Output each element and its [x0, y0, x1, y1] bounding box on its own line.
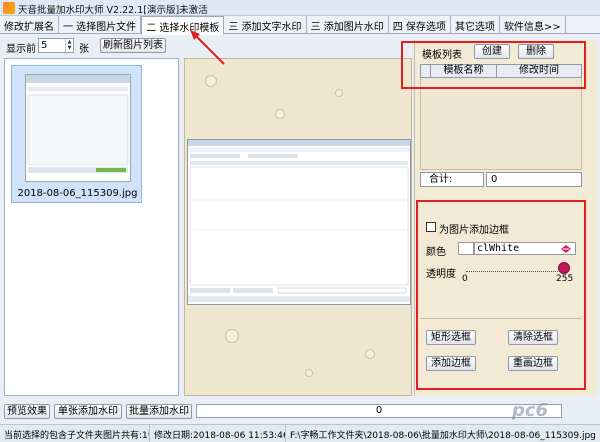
- show-suffix-label: 张: [79, 44, 89, 55]
- tab-5[interactable]: 四 保存选项: [389, 16, 451, 34]
- background-bubble: [205, 75, 217, 87]
- tab-0[interactable]: 修改扩展名: [0, 16, 59, 34]
- status-image-count: 当前选择的包含子文件夹图片共有:1张: [0, 425, 150, 442]
- window-title: 天音批量加水印大师 V2.22.1[演示版]未激活: [18, 5, 208, 16]
- background-bubble: [305, 369, 313, 377]
- show-count-spinner[interactable]: 5 ▲ ▼: [38, 38, 74, 53]
- tab-3[interactable]: 三 添加文字水印: [224, 16, 307, 34]
- show-prefix-label: 显示前: [6, 44, 36, 55]
- background-bubble: [335, 89, 343, 97]
- highlight-box-border-options: [416, 200, 586, 390]
- preview-screenshot-graphic: [188, 140, 410, 302]
- status-modified-date: 修改日期:2018-08-06 11:53:46: [150, 425, 286, 442]
- background-bubble: [365, 349, 375, 359]
- single-watermark-button[interactable]: 单张添加水印: [54, 404, 122, 419]
- show-count-value: 5: [41, 40, 48, 51]
- total-label: 合计:: [420, 172, 484, 187]
- tab-4[interactable]: 三 添加图片水印: [307, 16, 389, 34]
- refresh-list-button[interactable]: 刷新图片列表: [100, 38, 166, 53]
- preview-effect-button[interactable]: 预览效果: [4, 404, 50, 419]
- app-icon: [3, 2, 15, 14]
- annotation-arrow-icon: [190, 30, 225, 65]
- template-list[interactable]: [420, 78, 582, 170]
- thumbnail-item[interactable]: 2018-08-06_115309.jpg: [11, 65, 142, 203]
- title-bar: 天音批量加水印大师 V2.22.1[演示版]未激活: [0, 0, 600, 16]
- thumbnail-panel: 2018-08-06_115309.jpg: [4, 58, 179, 396]
- tab-strip: 修改扩展名一 选择图片文件二 选择水印模板三 添加文字水印三 添加图片水印四 保…: [0, 16, 600, 35]
- progress-text: 0: [375, 405, 383, 416]
- thumbnail-caption: 2018-08-06_115309.jpg: [17, 188, 138, 199]
- site-watermark: pc6: [512, 400, 549, 421]
- batch-watermark-button[interactable]: 批量添加水印: [126, 404, 192, 419]
- spinner-arrows-icon[interactable]: ▲ ▼: [65, 39, 73, 52]
- tab-6[interactable]: 其它选项: [451, 16, 500, 34]
- background-bubble: [225, 329, 239, 343]
- tab-7[interactable]: 软件信息>>: [500, 16, 566, 34]
- highlight-box-template-list: [401, 41, 586, 89]
- total-value: 0: [486, 172, 582, 187]
- status-bar: 当前选择的包含子文件夹图片共有:1张 修改日期:2018-08-06 11:53…: [0, 424, 600, 442]
- preview-canvas[interactable]: [184, 58, 412, 396]
- thumbnail-preview-graphic: [26, 75, 130, 173]
- preview-image: [187, 139, 411, 305]
- tab-1[interactable]: 一 选择图片文件: [59, 16, 142, 34]
- thumbnail-image: [25, 74, 131, 182]
- background-bubble: [275, 109, 285, 119]
- progress-bar: 0: [196, 404, 562, 418]
